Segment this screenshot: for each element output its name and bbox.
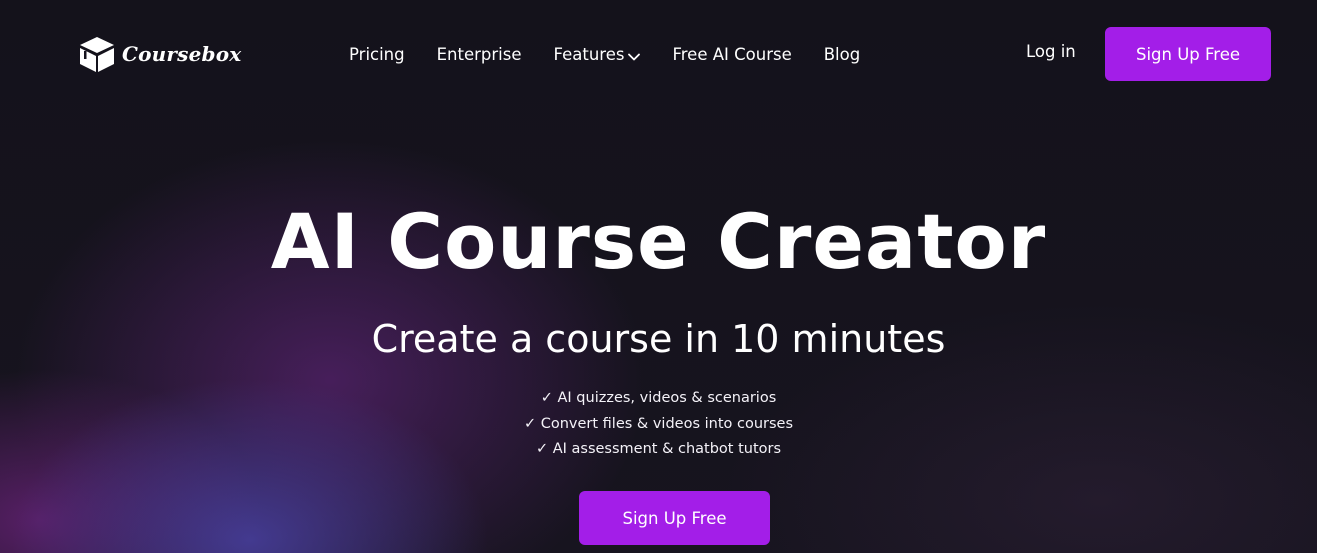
- login-link[interactable]: Log in: [1026, 42, 1076, 61]
- hero-subtitle: Create a course in 10 minutes: [371, 317, 946, 361]
- chevron-down-icon: [628, 46, 641, 65]
- feature-item: ✓ AI assessment & chatbot tutors: [535, 441, 782, 457]
- feature-list: ✓ AI quizzes, videos & scenarios ✓ Conve…: [0, 386, 1317, 463]
- main-nav: Pricing Enterprise Features Free AI Cour…: [349, 42, 892, 66]
- box-icon: [78, 35, 116, 73]
- hero-title: AI Course Creator: [270, 197, 1047, 286]
- feature-item: ✓ Convert files & videos into courses: [523, 415, 794, 432]
- landing-page: Coursebox Pricing Enterprise Features Fr…: [0, 0, 1317, 553]
- brand-logo[interactable]: Coursebox: [78, 34, 241, 74]
- nav-item-free-ai-course[interactable]: Free AI Course: [672, 45, 791, 64]
- nav-item-features-label: Features: [553, 44, 625, 64]
- nav-item-features[interactable]: Features: [554, 44, 641, 65]
- hero-signup-button[interactable]: Sign Up Free: [579, 491, 770, 545]
- feature-item: ✓ AI quizzes, videos & scenarios: [540, 390, 777, 406]
- brand-name: Coursebox: [122, 42, 242, 66]
- header-signup-button[interactable]: Sign Up Free: [1105, 27, 1271, 81]
- nav-item-pricing[interactable]: Pricing: [349, 45, 405, 64]
- nav-item-blog[interactable]: Blog: [824, 45, 860, 64]
- nav-item-enterprise[interactable]: Enterprise: [437, 45, 522, 64]
